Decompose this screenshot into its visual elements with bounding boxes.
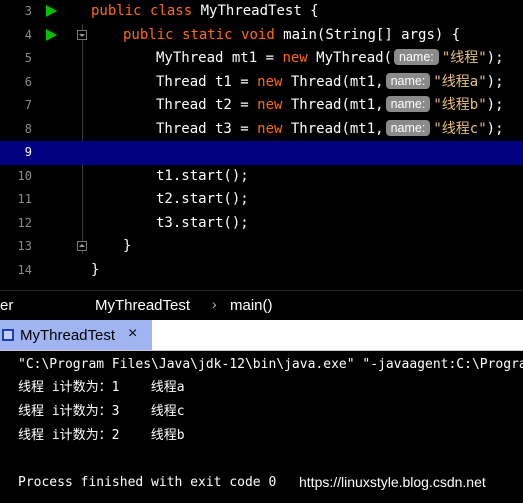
code-text: }: [123, 238, 132, 254]
console-line: 线程 i计数为：3 线程c: [18, 404, 185, 419]
code-text: Thread t2 = new Thread(mt1, name: "线程b");: [91, 94, 504, 118]
code-text: }: [91, 261, 100, 278]
string-literal: "线程": [441, 50, 487, 66]
code-line[interactable]: 5 MyThread mt1 = new MyThread(name: "线程")…: [0, 47, 523, 71]
parameter-hint: name:: [385, 119, 431, 136]
run-tab-label: MyThreadTest: [20, 327, 116, 344]
code-text: public static void main(String[] args) {: [91, 24, 460, 48]
breadcrumb: er MyThreadTest › main(): [0, 290, 523, 321]
run-tab[interactable]: MyThreadTest ×: [0, 320, 152, 350]
code-segment: Thread t3 =: [156, 120, 258, 137]
code-segment: );: [486, 97, 504, 113]
parameter-hint: name:: [385, 96, 431, 112]
line-number: 4: [24, 27, 32, 42]
string-literal: "线程a": [433, 73, 487, 90]
code-segment: );: [486, 50, 504, 66]
close-icon[interactable]: ×: [128, 325, 137, 343]
code-segment: Thread(mt1,: [282, 73, 384, 90]
code-segment: MyThreadTest {: [192, 3, 319, 19]
line-number: 6: [24, 74, 32, 89]
code-text: t2.start();: [156, 191, 249, 207]
line-number: 14: [17, 262, 32, 277]
keyword: new: [257, 73, 283, 90]
code-line[interactable]: 8 Thread t3 = new Thread(mt1, name: "线程c")…: [0, 118, 523, 142]
code-line[interactable]: 11 t2.start();: [0, 188, 523, 212]
code-segment: MyThread(: [307, 50, 393, 66]
code-text: public class MyThreadTest {: [91, 0, 319, 24]
parameter-hint: name:: [394, 49, 439, 65]
breadcrumb-fragment: er: [0, 297, 14, 314]
keyword: static: [182, 26, 233, 43]
run-gutter-icon[interactable]: [46, 5, 57, 17]
code-editor[interactable]: 3 public class MyThreadTest { 4 public s…: [0, 0, 523, 290]
watermark: https://linuxstyle.blog.csdn.net: [299, 474, 486, 490]
code-text: MyThread mt1 = new MyThread(name: "线程");: [91, 47, 504, 71]
fold-end-icon[interactable]: [77, 241, 87, 251]
keyword: public: [123, 26, 174, 43]
code-segment: Thread t1 =: [156, 73, 258, 90]
run-config-icon: [2, 329, 14, 341]
code-line[interactable]: 4 public static void main(String[] args)…: [0, 24, 523, 48]
code-line[interactable]: 7 Thread t2 = new Thread(mt1, name: "线程b")…: [0, 94, 523, 118]
code-segment: MyThread mt1 =: [156, 50, 283, 66]
line-number: 7: [24, 98, 32, 112]
line-number: 8: [24, 121, 32, 136]
keyword: public: [91, 3, 142, 19]
breadcrumb-class[interactable]: MyThreadTest: [95, 297, 190, 314]
code-segment: );: [486, 120, 504, 137]
console-line: Process finished with exit code 0: [18, 475, 277, 490]
console-line: "C:\Program Files\Java\jdk-12\bin\java.e…: [18, 357, 523, 372]
console-line: 线程 i计数为：1 线程a: [18, 380, 185, 395]
line-number: 12: [17, 215, 32, 230]
keyword: new: [257, 120, 283, 137]
fold-collapse-icon[interactable]: [77, 29, 87, 40]
keyword: void: [241, 26, 275, 43]
code-line[interactable]: 14 }: [0, 259, 523, 283]
keyword: new: [282, 50, 308, 66]
string-literal: "线程c": [433, 120, 487, 137]
code-segment: Thread(mt1,: [282, 97, 384, 113]
current-code-line[interactable]: 9: [0, 141, 523, 165]
code-line[interactable]: 6 Thread t1 = new Thread(mt1, name: "线程a")…: [0, 71, 523, 95]
string-literal: "线程b": [433, 97, 487, 113]
keyword: class: [150, 3, 193, 19]
code-segment: Thread(mt1,: [282, 120, 384, 137]
code-text: Thread t3 = new Thread(mt1, name: "线程c");: [91, 118, 504, 142]
line-number: 3: [24, 4, 32, 18]
code-text: t1.start();: [156, 167, 249, 184]
console-line: 线程 i计数为：2 线程b: [18, 428, 185, 443]
code-segment: main(String[] args) {: [274, 26, 461, 43]
breadcrumb-method[interactable]: main(): [230, 297, 273, 314]
breadcrumb-separator-icon: ›: [212, 296, 217, 312]
code-text: t3.start();: [156, 214, 249, 231]
run-gutter-icon[interactable]: [46, 28, 57, 41]
code-line[interactable]: 12 t3.start();: [0, 212, 523, 236]
code-text: Thread t1 = new Thread(mt1, name: "线程a");: [91, 71, 504, 95]
line-number: 9: [24, 145, 32, 159]
line-number: 13: [17, 239, 32, 253]
line-number: 5: [24, 51, 32, 65]
ide-window: 3 public class MyThreadTest { 4 public s…: [0, 0, 523, 503]
keyword: new: [257, 97, 283, 113]
code-segment: Thread t2 =: [156, 97, 258, 113]
line-number: 10: [17, 168, 32, 183]
code-segment: );: [486, 73, 504, 90]
parameter-hint: name:: [385, 72, 431, 89]
code-line[interactable]: 3 public class MyThreadTest {: [0, 0, 523, 24]
run-tool-window-tabs: MyThreadTest ×: [0, 320, 523, 351]
code-line[interactable]: 10 t1.start();: [0, 165, 523, 189]
line-number: 11: [17, 192, 32, 206]
code-line[interactable]: 13 }: [0, 235, 523, 259]
